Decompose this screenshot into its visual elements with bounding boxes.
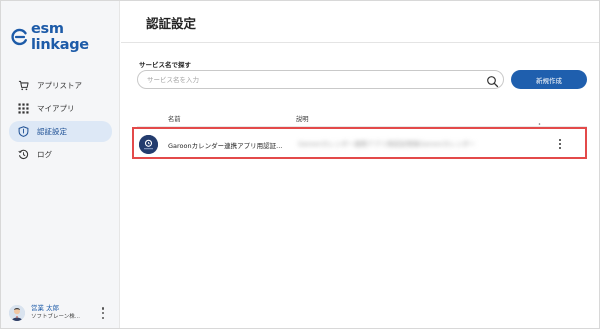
row-service-name: Garoonカレンダー連携アプリ用認証... — [168, 142, 283, 150]
sidebar-item-app-store[interactable]: アプリストア — [9, 75, 112, 96]
user-name: 営業 太郎 — [31, 304, 60, 312]
more-vertical-icon — [558, 139, 562, 142]
search-input[interactable] — [147, 74, 467, 86]
more-vertical-icon — [101, 316, 105, 319]
search-label: サービス名で探す — [139, 61, 191, 69]
more-vertical-icon — [558, 142, 562, 146]
column-header-description[interactable]: 説明 — [296, 114, 309, 123]
shield-icon — [17, 126, 29, 138]
history-icon — [17, 149, 29, 161]
service-logo-icon — [139, 135, 158, 154]
row-more-button[interactable] — [556, 138, 564, 150]
user-profile[interactable]: 営業 太郎 ソフトブレーン株... — [9, 303, 113, 323]
page-header: 認証設定 — [121, 1, 599, 43]
grid-icon — [17, 103, 29, 115]
app-logo[interactable]: esm linkage — [11, 21, 119, 53]
sidebar-item-my-apps[interactable]: マイアプリ — [9, 98, 112, 119]
page-title: 認証設定 — [146, 16, 197, 31]
sidebar-item-auth-settings[interactable]: 認証設定 — [9, 121, 112, 142]
more-vertical-icon — [558, 146, 562, 149]
search-icon[interactable] — [486, 73, 499, 88]
column-header-name[interactable]: 名前 — [168, 114, 181, 123]
search-box — [137, 70, 504, 89]
more-vertical-icon — [101, 307, 105, 310]
avatar — [9, 305, 25, 321]
user-organization: ソフトブレーン株... — [31, 314, 80, 320]
table-header: 名前 説明 — [137, 114, 587, 129]
sort-icon[interactable] — [537, 115, 542, 129]
row-description: Garoonカレンダー連携アプリ用認証情報Garoonカレンダー — [298, 140, 476, 148]
sidebar: esm linkage アプリストア マイアプリ 認証設定 ログ 営業 太郎 ソ… — [1, 1, 120, 328]
sidebar-nav: アプリストア マイアプリ 認証設定 ログ — [9, 75, 112, 167]
sidebar-item-label: マイアプリ — [37, 104, 75, 113]
user-more-button[interactable] — [99, 306, 107, 320]
more-vertical-icon — [101, 311, 105, 315]
table-row[interactable]: Garoonカレンダー連携アプリ用認証... Garoonカレンダー連携アプリ用… — [132, 127, 587, 159]
sidebar-item-label: ログ — [37, 150, 52, 159]
sidebar-item-label: 認証設定 — [37, 127, 67, 136]
esm-logo-icon — [11, 28, 29, 46]
sidebar-item-log[interactable]: ログ — [9, 144, 112, 165]
user-info: 営業 太郎 ソフトブレーン株... — [31, 304, 80, 322]
sidebar-item-label: アプリストア — [37, 81, 82, 90]
create-button[interactable]: 新規作成 — [511, 70, 587, 89]
app-logo-text: esm linkage — [31, 21, 89, 53]
cart-icon — [17, 80, 29, 92]
